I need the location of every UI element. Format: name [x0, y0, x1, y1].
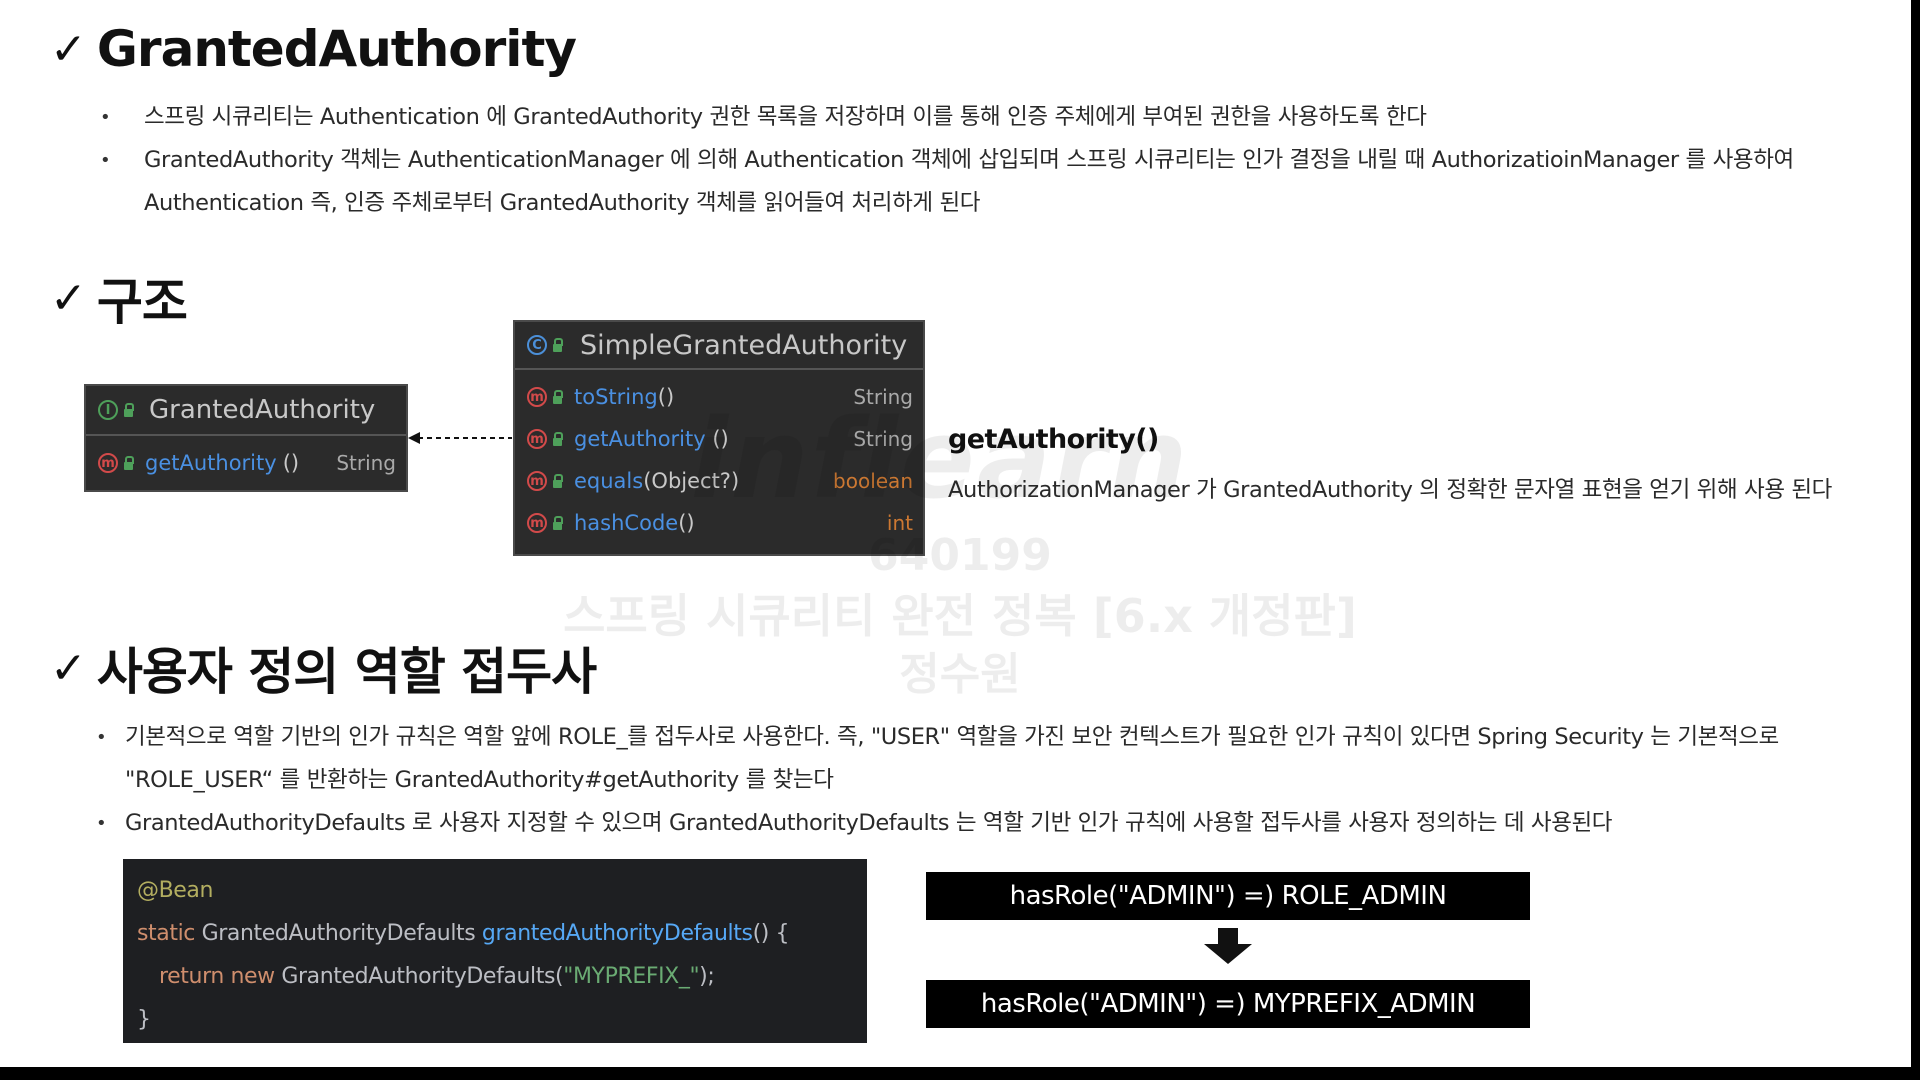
role-box-default: hasRole("ADMIN") =) ROLE_ADMIN	[926, 872, 1530, 920]
interface-icon: I	[98, 400, 118, 420]
code-line: @Bean	[137, 869, 853, 912]
code-block: @Bean static GrantedAuthorityDefaults gr…	[123, 859, 867, 1043]
method-return-type: String	[336, 451, 396, 475]
class-icon: C	[527, 335, 547, 355]
code-text: }	[137, 1007, 151, 1032]
implements-arrow	[408, 432, 512, 444]
public-lock-icon	[553, 432, 563, 446]
public-lock-icon	[124, 403, 134, 417]
uml-class-name: GrantedAuthority	[149, 395, 376, 425]
bullet-text: GrantedAuthorityDefaults 로 사용자 지정할 수 있으며…	[125, 810, 1613, 836]
uml-method-row: m getAuthority () String	[86, 436, 406, 490]
method-parens: ()	[282, 451, 300, 475]
watermark-logo: inflearn	[690, 395, 1190, 523]
custom-prefix-bullets: 기본적으로 역할 기반의 인가 규칙은 역할 앞에 ROLE_를 접두사로 사용…	[96, 716, 1836, 845]
checkmark-icon: ✓	[50, 272, 87, 324]
bullet-text: 기본적으로 역할 기반의 인가 규칙은 역할 앞에 ROLE_를 접두사로 사용…	[125, 724, 1779, 793]
method-icon: m	[527, 513, 547, 533]
method-icon: m	[98, 453, 118, 473]
code-string: "MYPREFIX_"	[563, 964, 700, 989]
code-line: static GrantedAuthorityDefaults grantedA…	[137, 912, 853, 955]
section-heading-structure: ✓ 구조	[50, 262, 188, 334]
uml-class-name: SimpleGrantedAuthority	[580, 329, 908, 361]
code-annotation: @Bean	[137, 878, 214, 903]
public-lock-icon	[553, 390, 563, 404]
section-heading-custom-prefix: ✓ 사용자 정의 역할 접두사	[50, 632, 597, 704]
section-heading-granted-authority: ✓ GrantedAuthority	[50, 20, 577, 78]
code-line: }	[137, 998, 853, 1041]
watermark-id: 640199	[868, 530, 1052, 581]
method-icon: m	[527, 387, 547, 407]
watermark-author: 정수원	[899, 649, 1021, 700]
code-type: GrantedAuthorityDefaults	[201, 921, 482, 946]
code-line: return new GrantedAuthorityDefaults("MYP…	[137, 955, 853, 998]
code-text: () {	[752, 921, 790, 946]
slide: ✓ GrantedAuthority 스프링 시큐리티는 Authenticat…	[0, 0, 1911, 1067]
method-icon: m	[527, 471, 547, 491]
bullet-item: GrantedAuthorityDefaults 로 사용자 지정할 수 있으며…	[96, 802, 1836, 845]
bullet-item: 스프링 시큐리티는 Authentication 에 GrantedAuthor…	[100, 96, 1840, 139]
public-lock-icon	[124, 456, 134, 470]
code-text: );	[699, 964, 715, 989]
section-title: 구조	[96, 273, 188, 331]
uml-interface-granted-authority: I GrantedAuthority m getAuthority () Str…	[84, 384, 408, 492]
bullet-item: GrantedAuthority 객체는 AuthenticationManag…	[100, 139, 1840, 225]
method-name: getAuthority	[145, 451, 277, 475]
code-function: grantedAuthorityDefaults	[481, 921, 753, 946]
checkmark-icon: ✓	[50, 642, 87, 694]
public-lock-icon	[553, 474, 563, 488]
section-title: 사용자 정의 역할 접두사	[96, 643, 597, 701]
public-lock-icon	[553, 338, 563, 352]
bullet-item: 기본적으로 역할 기반의 인가 규칙은 역할 앞에 ROLE_를 접두사로 사용…	[96, 716, 1836, 802]
watermark-course: 스프링 시큐리티 완전 정복 [6.x 개정판]	[563, 589, 1357, 643]
bullet-text: GrantedAuthority 객체는 AuthenticationManag…	[144, 147, 1794, 216]
section-title: GrantedAuthority	[96, 20, 577, 78]
code-keyword: static	[137, 921, 202, 946]
method-icon: m	[527, 429, 547, 449]
code-type: GrantedAuthorityDefaults(	[281, 964, 564, 989]
uml-header: C SimpleGrantedAuthority	[515, 322, 923, 370]
checkmark-icon: ✓	[50, 23, 87, 75]
bullet-text: 스프링 시큐리티는 Authentication 에 GrantedAuthor…	[144, 104, 1427, 130]
code-keyword: return new	[159, 964, 282, 989]
uml-header: I GrantedAuthority	[86, 386, 406, 436]
role-box-custom: hasRole("ADMIN") =) MYPREFIX_ADMIN	[926, 980, 1530, 1028]
public-lock-icon	[553, 516, 563, 530]
arrow-down-icon	[1204, 928, 1252, 964]
granted-authority-bullets: 스프링 시큐리티는 Authentication 에 GrantedAuthor…	[100, 96, 1840, 225]
